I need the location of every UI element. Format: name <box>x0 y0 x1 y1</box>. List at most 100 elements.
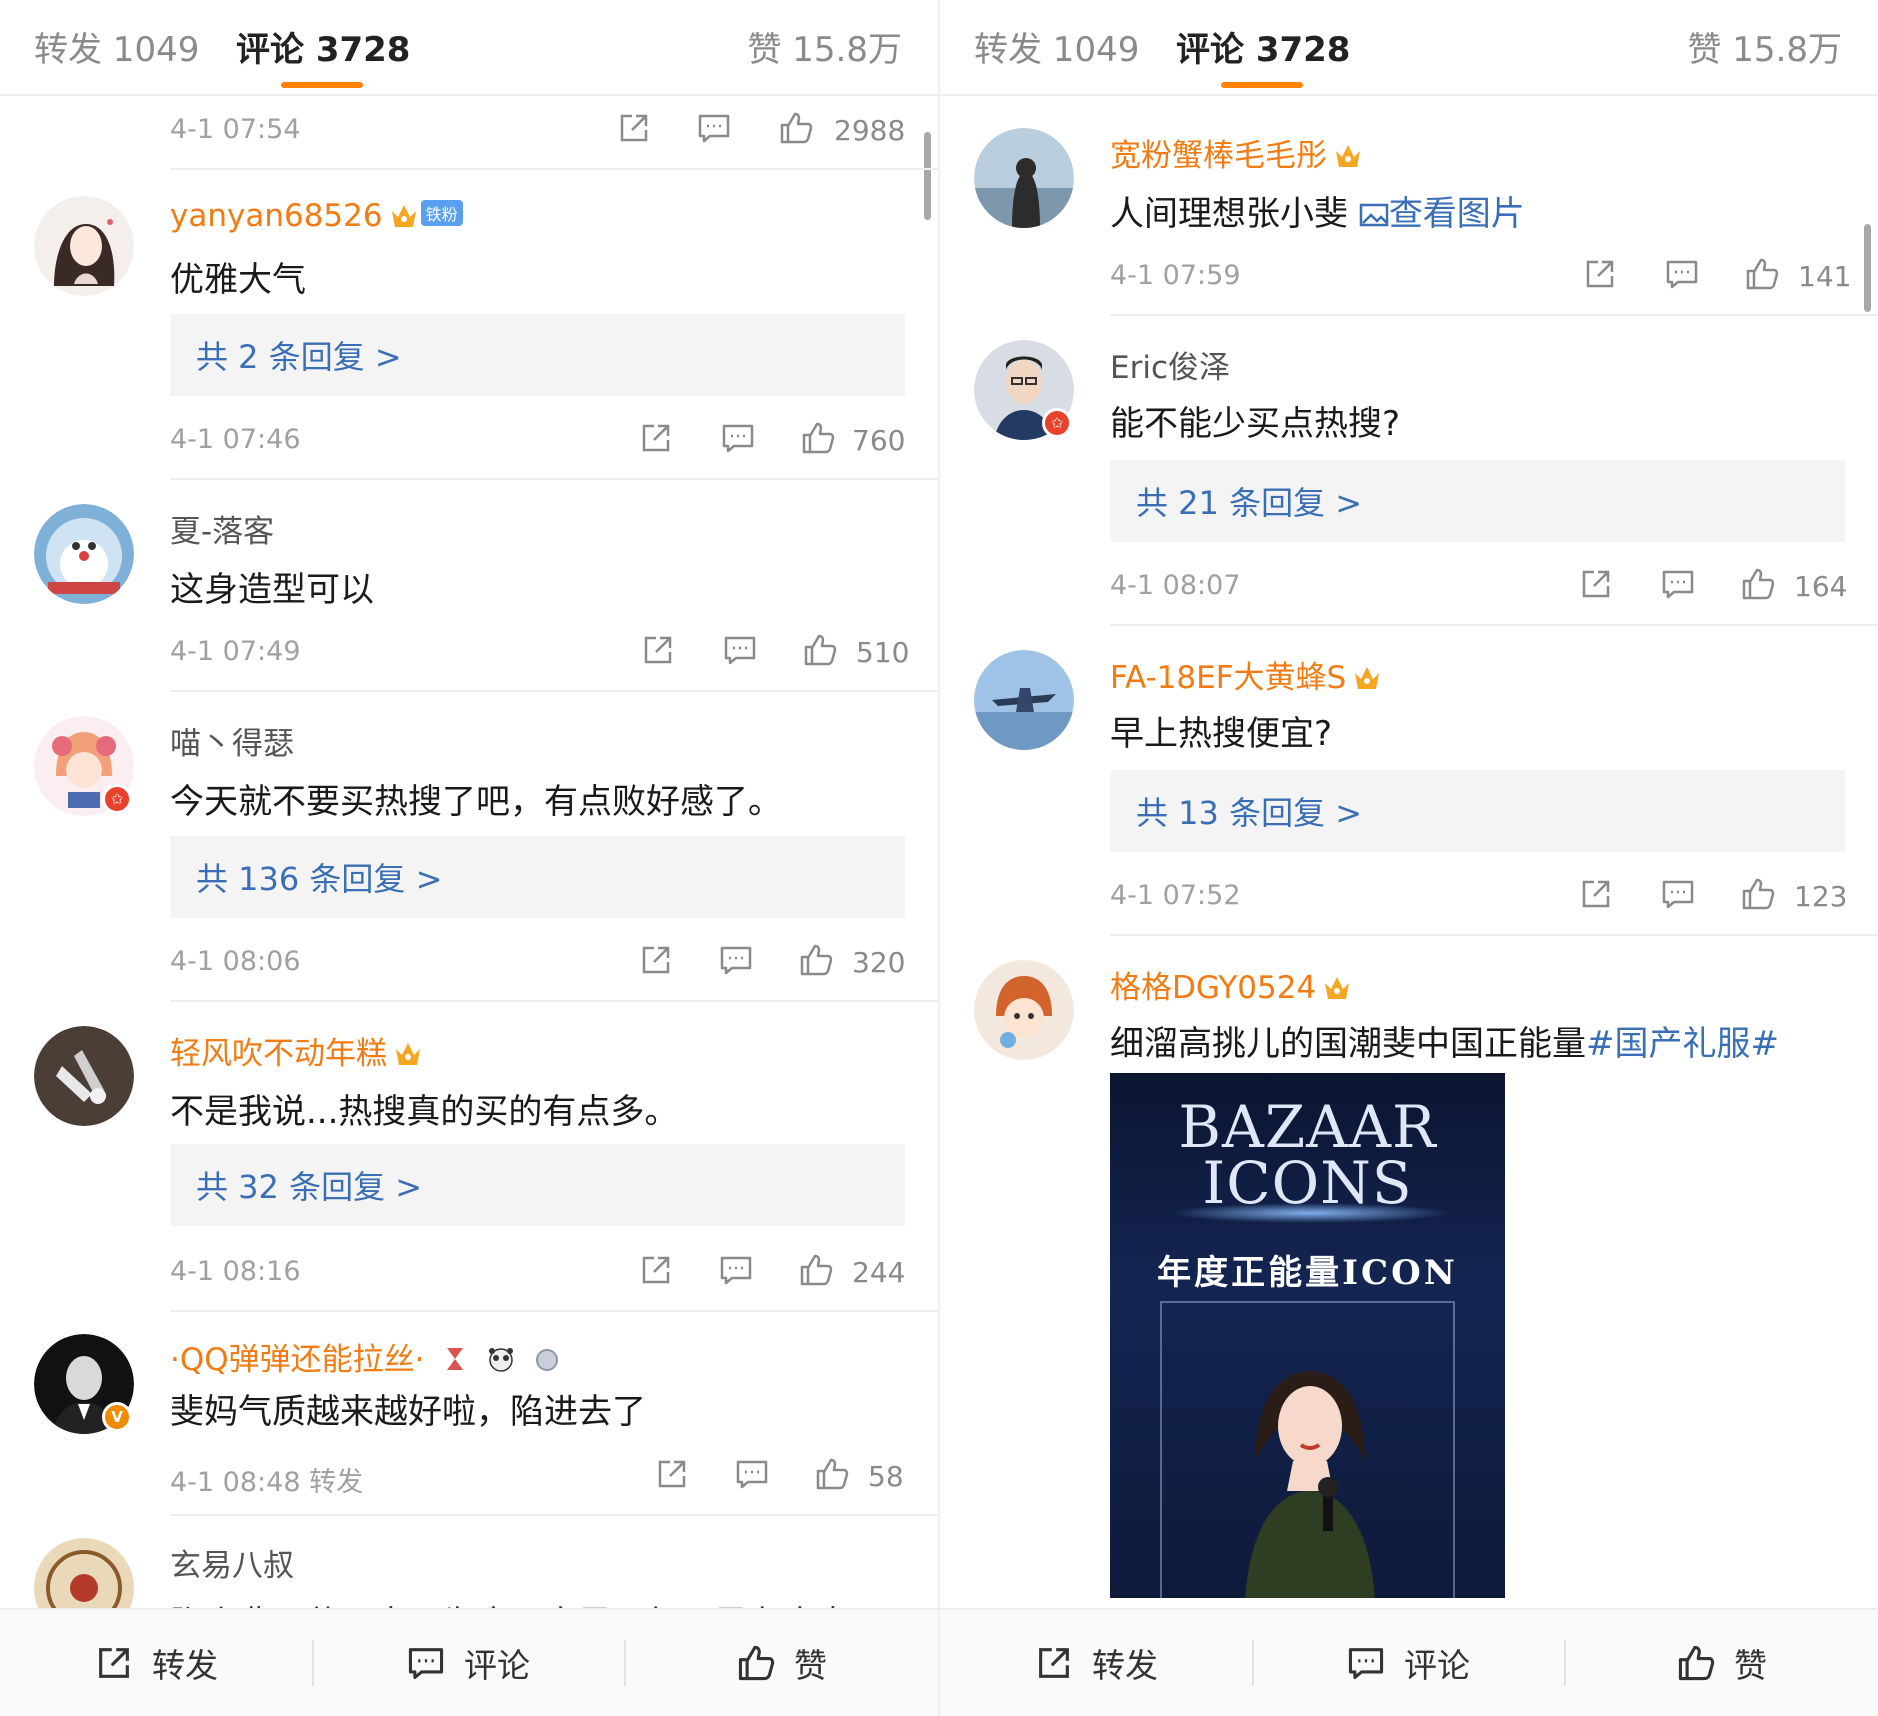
panda-icon <box>489 1348 514 1372</box>
tab-likes[interactable]: 赞 15.8万 <box>747 22 902 71</box>
comment-icon[interactable] <box>720 420 756 456</box>
repost-button[interactable]: 转发 <box>1034 1638 1158 1688</box>
divider <box>624 1640 626 1686</box>
view-image-link[interactable]: 查看图片 <box>1359 194 1525 234</box>
username-text: 轻风吹不动年糕 <box>170 1036 387 1072</box>
avatar[interactable] <box>34 504 134 604</box>
scrollbar[interactable] <box>1864 224 1871 312</box>
like-icon[interactable] <box>1740 876 1776 912</box>
avatar[interactable]: ✩ <box>974 340 1074 440</box>
share-icon[interactable] <box>616 110 652 146</box>
comment-icon[interactable] <box>1664 256 1700 292</box>
share-icon[interactable] <box>1578 876 1614 912</box>
username[interactable]: 夏-落客 <box>170 506 274 551</box>
like-icon[interactable] <box>798 1252 834 1288</box>
avatar[interactable]: ✩ <box>34 716 134 816</box>
username[interactable]: 玄易八叔 <box>170 1540 294 1585</box>
avatar[interactable] <box>974 960 1074 1060</box>
like-count: 58 <box>868 1460 904 1493</box>
like-icon[interactable] <box>1744 256 1780 292</box>
avatar[interactable] <box>34 1026 134 1126</box>
hashtag-link[interactable]: #国产礼服# <box>1586 1024 1779 1064</box>
crown-icon <box>1355 667 1380 689</box>
comment-icon[interactable] <box>696 110 732 146</box>
username[interactable]: 格格DGY0524 <box>1110 962 1352 1007</box>
comment-time: 4-1 08:16 <box>170 1256 301 1287</box>
username[interactable]: 喵丶得瑟 <box>170 718 294 763</box>
share-icon[interactable] <box>638 420 674 456</box>
like-label: 赞 <box>1734 1646 1767 1685</box>
username[interactable]: FA-18EF大黄蜂S <box>1110 652 1382 697</box>
share-icon[interactable] <box>654 1456 690 1492</box>
image-subtitle: 年度正能量ICON <box>1157 1253 1458 1293</box>
comment-button[interactable]: 评论 <box>406 1638 530 1688</box>
tab-repost[interactable]: 转发 1049 <box>974 22 1139 71</box>
reply-count-label: 共 32 条回复 > <box>196 1168 423 1206</box>
comment-icon[interactable] <box>718 942 754 978</box>
username[interactable]: ·QQ弹弹还能拉丝· <box>170 1334 562 1379</box>
comment-meta: 4-1 07:46 760 <box>170 420 910 460</box>
comment-image[interactable]: BAZAAR ICONS 年度正能量ICON <box>1110 1073 1505 1598</box>
like-icon[interactable] <box>802 632 838 668</box>
comment-button[interactable]: 评论 <box>1346 1638 1470 1688</box>
crown-icon <box>391 205 416 227</box>
avatar[interactable] <box>34 196 134 296</box>
active-tab-indicator <box>1221 82 1303 88</box>
view-image-text: 查看图片 <box>1388 194 1525 234</box>
username[interactable]: 轻风吹不动年糕 <box>170 1028 423 1073</box>
like-button[interactable]: 赞 <box>736 1638 827 1688</box>
scrollbar[interactable] <box>924 132 931 220</box>
divider <box>170 168 938 170</box>
reply-thread-button[interactable]: 共 21 条回复 > <box>1110 460 1845 542</box>
divider <box>170 1310 938 1312</box>
avatar[interactable] <box>974 650 1074 750</box>
like-button[interactable]: 赞 <box>1676 1638 1767 1688</box>
comment-icon[interactable] <box>1660 876 1696 912</box>
avatar[interactable]: V <box>34 1334 134 1434</box>
reply-thread-button[interactable]: 共 32 条回复 > <box>170 1144 905 1226</box>
comment-meta: 4-1 07:52 123 <box>1110 876 1850 916</box>
share-icon[interactable] <box>1578 566 1614 602</box>
like-label: 赞 <box>794 1646 827 1685</box>
comment-time: 4-1 08:06 <box>170 946 301 977</box>
repost-button[interactable]: 转发 <box>94 1638 218 1688</box>
reply-thread-button[interactable]: 共 2 条回复 > <box>170 314 905 396</box>
image-title: BAZAAR ICONS <box>1110 1098 1505 1212</box>
comment-meta: 4-1 08:07 164 <box>1110 566 1850 606</box>
crown-icon <box>1336 145 1360 167</box>
comment-time: 4-1 07:46 <box>170 424 301 455</box>
like-icon[interactable] <box>1740 566 1776 602</box>
comment-time: 4-1 07:52 <box>1110 880 1241 911</box>
comment-meta: 4-1 07:59 141 <box>1110 256 1851 296</box>
like-icon[interactable] <box>778 110 814 146</box>
reply-thread-button[interactable]: 共 13 条回复 > <box>1110 770 1845 852</box>
comment-icon[interactable] <box>722 632 758 668</box>
comment-icon[interactable] <box>1660 566 1696 602</box>
like-icon[interactable] <box>814 1456 850 1492</box>
share-icon[interactable] <box>640 632 676 668</box>
username[interactable]: Eric俊泽 <box>1110 342 1230 387</box>
share-icon[interactable] <box>1582 256 1618 292</box>
share-icon[interactable] <box>638 942 674 978</box>
username-text: 宽粉蟹棒毛毛彤 <box>1110 138 1327 174</box>
image-glow <box>1170 1203 1450 1223</box>
crown-icon <box>396 1043 420 1065</box>
comment-text-body: 细溜高挑儿的国潮斐中国正能量 <box>1110 1024 1586 1064</box>
tab-comments[interactable]: 评论 3728 <box>236 22 410 71</box>
tab-likes[interactable]: 赞 15.8万 <box>1687 22 1842 71</box>
comment-icon[interactable] <box>718 1252 754 1288</box>
like-icon[interactable] <box>800 420 836 456</box>
tab-repost[interactable]: 转发 1049 <box>34 22 199 71</box>
left-screenshot-panel: 转发 1049 评论 3728 赞 15.8万 4-1 07:54 2988 y… <box>0 0 938 1716</box>
tab-comments[interactable]: 评论 3728 <box>1176 22 1350 71</box>
username[interactable]: 宽粉蟹棒毛毛彤 <box>1110 130 1363 175</box>
comment-text: 早上热搜便宜? <box>1110 714 1333 754</box>
like-icon[interactable] <box>798 942 834 978</box>
reply-thread-button[interactable]: 共 136 条回复 > <box>170 836 905 918</box>
comment-icon[interactable] <box>734 1456 770 1492</box>
comment-time: 4-1 07:54 <box>170 114 301 145</box>
share-icon[interactable] <box>638 1252 674 1288</box>
username[interactable]: yanyan68526 铁粉 <box>170 198 463 234</box>
avatar[interactable] <box>974 128 1074 228</box>
reply-count-label: 共 21 条回复 > <box>1136 484 1363 522</box>
